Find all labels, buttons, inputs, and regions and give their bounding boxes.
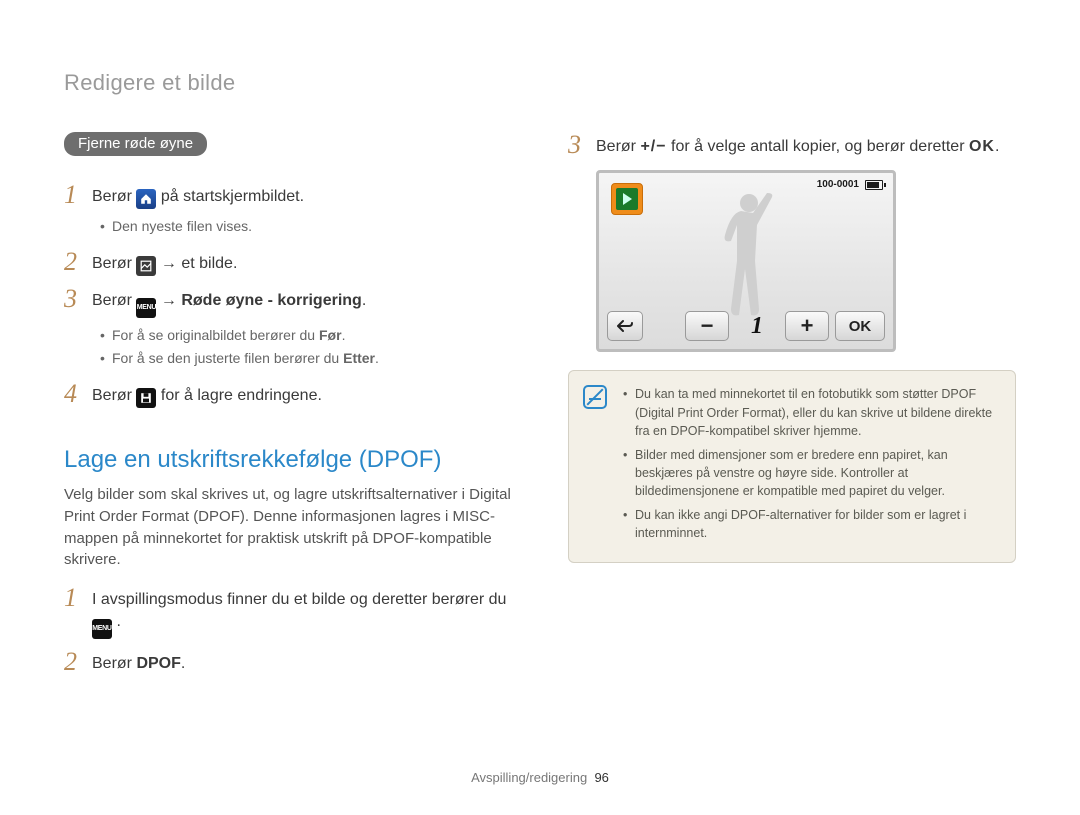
text: .: [181, 655, 185, 672]
info-note-box: Du kan ta med minnekortet til en fotobut…: [568, 370, 1016, 563]
camera-screen-mockup: 100-0001 −: [596, 170, 896, 352]
step-text: Berør MENU → Røde øyne - korrigering.: [92, 290, 366, 318]
home-icon: [136, 189, 156, 209]
subsection-pill: Fjerne røde øyne: [64, 132, 207, 156]
step-text: Berør → et bilde.: [92, 253, 237, 276]
bold-text: → Røde øyne - korrigering: [161, 292, 362, 309]
two-column-layout: Fjerne røde øyne 1 Berør på startskjermb…: [64, 132, 1016, 676]
text: for å velge antall kopier, og berør dere…: [667, 138, 969, 155]
page-footer: Avspilling/redigering 96: [0, 770, 1080, 785]
plus-minus-icon: +/−: [640, 138, 666, 155]
left-column: Fjerne røde øyne 1 Berør på startskjermb…: [64, 132, 512, 676]
text: Berør: [92, 655, 136, 672]
screen-bottom-bar: − 1 + OK: [607, 311, 885, 341]
step-1-bullets: Den nyeste filen vises.: [100, 215, 512, 237]
text: → et bilde.: [161, 255, 237, 272]
step-4: 4 Berør for å lagre endringene.: [64, 381, 512, 408]
step-number: 3: [568, 132, 586, 158]
back-button[interactable]: [607, 311, 643, 341]
info-item: Du kan ta med minnekortet til en fotobut…: [623, 385, 999, 439]
plus-button[interactable]: +: [785, 311, 829, 341]
text: .: [116, 613, 120, 630]
copy-count: 1: [735, 311, 779, 341]
step-2: 2 Berør → et bilde.: [64, 249, 512, 276]
info-item: Bilder med dimensjoner som er bredere en…: [623, 446, 999, 500]
person-silhouette: [701, 191, 791, 321]
save-icon: [136, 388, 156, 408]
menu-icon: MENU: [92, 619, 112, 639]
bold-text: DPOF: [136, 655, 180, 672]
right-step-3: 3 Berør +/− for å velge antall kopier, o…: [568, 132, 1016, 158]
file-counter: 100-0001: [817, 179, 859, 190]
minus-button[interactable]: −: [685, 311, 729, 341]
text: Berør: [92, 255, 136, 272]
dpof-intro: Velg bilder som skal skrives ut, og lagr…: [64, 484, 512, 571]
step-text: I avspillingsmodus finner du et bilde og…: [92, 589, 512, 639]
step-text: Berør DPOF.: [92, 653, 185, 675]
page-number: 96: [594, 770, 608, 785]
step-number: 2: [64, 249, 82, 275]
bullet: For å se den justerte filen berører du E…: [100, 347, 512, 369]
dpof-step-1: 1 I avspillingsmodus finner du et bilde …: [64, 585, 512, 639]
step-1: 1 Berør på startskjermbildet.: [64, 182, 512, 209]
text: Berør: [596, 138, 640, 155]
text: for å lagre endringene.: [161, 387, 322, 404]
step-3: 3 Berør MENU → Røde øyne - korrigering.: [64, 286, 512, 318]
bullet: For å se originalbildet berører du Før.: [100, 324, 512, 346]
footer-section: Avspilling/redigering: [471, 770, 587, 785]
step-text: Berør for å lagre endringene.: [92, 385, 322, 408]
battery-icon: [865, 180, 883, 190]
ok-button[interactable]: OK: [835, 311, 885, 341]
step-number: 1: [64, 182, 82, 208]
step-text: Berør på startskjermbildet.: [92, 186, 304, 209]
play-icon: [623, 193, 632, 205]
text: .: [362, 292, 366, 309]
text: på startskjermbildet.: [161, 188, 304, 205]
right-column: 3 Berør +/− for å velge antall kopier, o…: [568, 132, 1016, 676]
screen-topbar: 100-0001: [817, 179, 883, 190]
text: I avspillingsmodus finner du et bilde og…: [92, 591, 506, 608]
menu-icon: MENU: [136, 298, 156, 318]
step-number: 2: [64, 649, 82, 675]
text: Berør: [92, 292, 136, 309]
step-text: Berør +/− for å velge antall kopier, og …: [596, 136, 999, 158]
gallery-icon: [136, 256, 156, 276]
step-number: 3: [64, 286, 82, 312]
info-item: Du kan ikke angi DPOF-alternativer for b…: [623, 506, 999, 542]
step-3-bullets: For å se originalbildet berører du Før. …: [100, 324, 512, 369]
text: .: [995, 138, 999, 155]
note-icon: [583, 385, 607, 409]
step-number: 1: [64, 585, 82, 611]
text: Berør: [92, 387, 136, 404]
playback-mode-icon: [611, 183, 643, 215]
manual-page: Redigere et bilde Fjerne røde øyne 1 Ber…: [0, 0, 1080, 815]
step-number: 4: [64, 381, 82, 407]
ok-label-inline: OK: [969, 138, 995, 155]
text: Berør: [92, 188, 136, 205]
page-title: Redigere et bilde: [64, 70, 1016, 96]
section-title-dpof: Lage en utskriftsrekkefølge (DPOF): [64, 446, 512, 474]
bullet: Den nyeste filen vises.: [100, 215, 512, 237]
dpof-step-2: 2 Berør DPOF.: [64, 649, 512, 675]
